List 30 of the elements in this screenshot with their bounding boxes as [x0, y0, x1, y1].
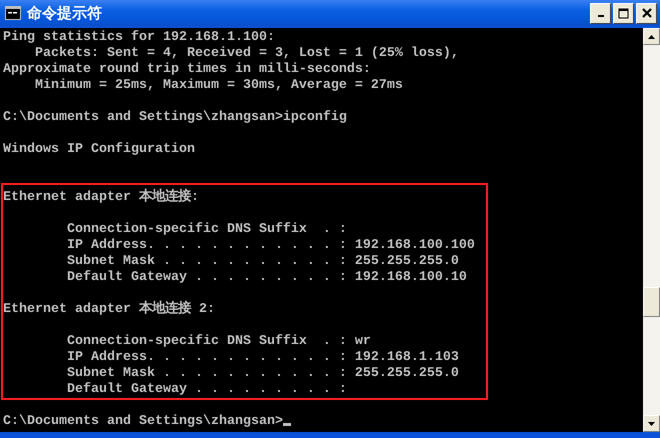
console-line: Approximate round trip times in milli-seconds: [3, 62, 371, 77]
console-line: Connection-specific DNS Suffix . : wr [66, 334, 371, 349]
down-arrow-icon [648, 422, 655, 426]
console-icon [5, 6, 21, 20]
console-line: Default Gateway . . . . . . . . . : 192.168.100.10 [66, 270, 467, 285]
console-line: Subnet Mask . . . . . . . . . . . : 255.255.255.0 [66, 366, 459, 381]
console-line: Ping statistics for 192.168.1.100: [3, 30, 275, 45]
window-title: 命令提示符 [27, 4, 103, 22]
scroll-down-button[interactable] [643, 415, 660, 432]
up-arrow-icon [648, 34, 655, 38]
console-line: Packets: Sent = 4, Received = 3, Lost = 1 (25% loss), [34, 46, 459, 61]
console-line: IP Address. . . . . . . . . . . . : 192.168.100.100 [66, 238, 475, 253]
scroll-up-button[interactable] [643, 28, 660, 45]
console-line: Ethernet adapter 本地连接: [3, 190, 199, 205]
console-line: Ethernet adapter 本地连接 2: [3, 302, 215, 317]
maximize-button[interactable] [613, 2, 634, 24]
console-line: Connection-specific DNS Suffix . : [66, 222, 347, 237]
console-line: C:\Documents and Settings\zhangsan>ipconfig [3, 110, 347, 125]
console-line: Windows IP Configuration [3, 142, 195, 157]
maximize-icon [618, 8, 629, 18]
close-icon [642, 8, 652, 18]
scroll-thumb[interactable] [643, 287, 660, 318]
minimize-button[interactable] [590, 2, 611, 24]
close-button[interactable] [636, 2, 657, 24]
command-prompt: C:\Documents and Settings\zhangsan> [3, 414, 283, 429]
console-line: IP Address. . . . . . . . . . . . : 192.168.1.103 [66, 350, 459, 365]
console-line: Minimum = 25ms, Maximum = 30ms, Average = 27ms [34, 78, 403, 93]
minimize-icon [598, 15, 604, 17]
console-line: Default Gateway . . . . . . . . . : [66, 382, 347, 397]
console-line: Subnet Mask . . . . . . . . . . . : 255.255.255.0 [66, 254, 459, 269]
